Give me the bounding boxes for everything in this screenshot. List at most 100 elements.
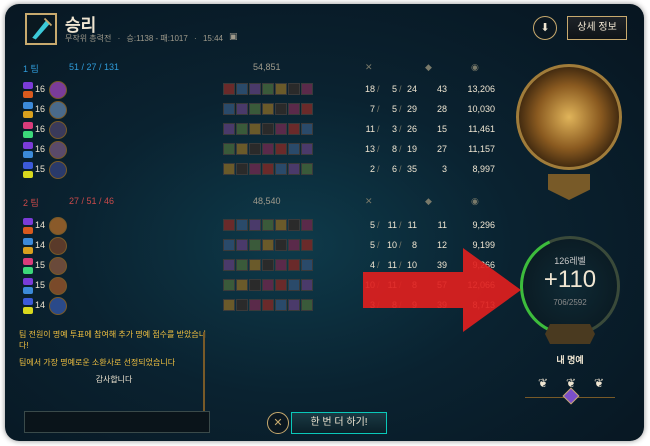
- item-slot[interactable]: [275, 83, 287, 95]
- deaths: 3: [391, 124, 397, 134]
- chat-input[interactable]: [24, 411, 210, 433]
- item-slot[interactable]: [249, 239, 261, 251]
- kills: 2: [369, 164, 375, 174]
- item-slot[interactable]: [275, 219, 287, 231]
- item-slot[interactable]: [236, 219, 248, 231]
- item-slot[interactable]: [249, 163, 261, 175]
- item-slot[interactable]: [301, 103, 313, 115]
- item-slot[interactable]: [301, 123, 313, 135]
- item-slot[interactable]: [301, 219, 313, 231]
- item-slot[interactable]: [236, 259, 248, 271]
- item-slot[interactable]: [236, 279, 248, 291]
- item-slot[interactable]: [262, 259, 274, 271]
- item-slot[interactable]: [236, 83, 248, 95]
- item-slot[interactable]: [223, 143, 235, 155]
- download-button[interactable]: ⬇: [533, 16, 557, 40]
- game-mode-icon: [25, 13, 57, 45]
- item-slot[interactable]: [262, 123, 274, 135]
- play-again-button[interactable]: 한 번 더 하기!: [291, 412, 387, 434]
- item-slot[interactable]: [223, 279, 235, 291]
- summoner-spell-icon: [23, 151, 33, 158]
- item-slot[interactable]: [301, 259, 313, 271]
- item-slot[interactable]: [275, 103, 287, 115]
- detail-info-button[interactable]: 상세 정보: [567, 16, 627, 40]
- item-slot[interactable]: [301, 83, 313, 95]
- item-slot[interactable]: [288, 279, 300, 291]
- item-slot[interactable]: [288, 123, 300, 135]
- item-slot[interactable]: [301, 143, 313, 155]
- item-slot[interactable]: [236, 239, 248, 251]
- summoner-spell-icon: [23, 162, 33, 169]
- minions-killed: 3: [441, 164, 447, 174]
- champion-portrait[interactable]: [49, 217, 67, 235]
- item-slot[interactable]: [223, 103, 235, 115]
- chat-scrollbar[interactable]: [203, 332, 205, 412]
- item-slot[interactable]: [223, 239, 235, 251]
- item-slot[interactable]: [288, 259, 300, 271]
- item-slot[interactable]: [262, 279, 274, 291]
- team-label: 2 팀: [23, 198, 39, 208]
- item-slot[interactable]: [223, 123, 235, 135]
- item-slot[interactable]: [275, 123, 287, 135]
- item-slot[interactable]: [275, 259, 287, 271]
- item-slot[interactable]: [262, 239, 274, 251]
- item-slot[interactable]: [223, 219, 235, 231]
- item-slot[interactable]: [249, 103, 261, 115]
- item-slot[interactable]: [275, 163, 287, 175]
- minions-killed: 43: [436, 84, 447, 94]
- item-slot[interactable]: [288, 239, 300, 251]
- item-slot[interactable]: [301, 299, 313, 311]
- champion-portrait[interactable]: [49, 141, 67, 159]
- item-slot[interactable]: [262, 103, 274, 115]
- champion-portrait[interactable]: [49, 297, 67, 315]
- item-slot[interactable]: [249, 219, 261, 231]
- champion-portrait[interactable]: [49, 81, 67, 99]
- item-slot[interactable]: [288, 103, 300, 115]
- item-slot[interactable]: [301, 163, 313, 175]
- item-slot[interactable]: [236, 163, 248, 175]
- item-slot[interactable]: [275, 143, 287, 155]
- item-slot[interactable]: [236, 143, 248, 155]
- item-slot[interactable]: [223, 299, 235, 311]
- item-slot[interactable]: [262, 219, 274, 231]
- replay-icon[interactable]: ▣: [229, 31, 238, 42]
- item-slot[interactable]: [249, 123, 261, 135]
- champion-portrait[interactable]: [49, 257, 67, 275]
- item-slot[interactable]: [223, 83, 235, 95]
- item-slot[interactable]: [236, 123, 248, 135]
- item-slot[interactable]: [249, 83, 261, 95]
- item-build: [223, 259, 327, 273]
- champion-portrait[interactable]: [49, 161, 67, 179]
- close-button[interactable]: ✕: [267, 412, 289, 434]
- item-slot[interactable]: [249, 259, 261, 271]
- item-slot[interactable]: [236, 299, 248, 311]
- item-slot[interactable]: [236, 103, 248, 115]
- item-slot[interactable]: [249, 299, 261, 311]
- item-slot[interactable]: [275, 299, 287, 311]
- item-slot[interactable]: [275, 239, 287, 251]
- deaths: 5: [391, 104, 397, 114]
- item-slot[interactable]: [288, 299, 300, 311]
- item-slot[interactable]: [262, 299, 274, 311]
- item-slot[interactable]: [249, 143, 261, 155]
- champion-portrait[interactable]: [49, 101, 67, 119]
- item-slot[interactable]: [249, 279, 261, 291]
- item-slot[interactable]: [288, 163, 300, 175]
- item-slot[interactable]: [301, 279, 313, 291]
- item-slot[interactable]: [223, 259, 235, 271]
- item-slot[interactable]: [262, 143, 274, 155]
- item-slot[interactable]: [288, 83, 300, 95]
- item-slot[interactable]: [275, 279, 287, 291]
- item-slot[interactable]: [288, 143, 300, 155]
- game-info: 무작위 총력전 · 승:1138 - 패:1017 · 15:44: [65, 33, 227, 44]
- champion-portrait[interactable]: [49, 121, 67, 139]
- champion-portrait[interactable]: [49, 277, 67, 295]
- item-slot[interactable]: [262, 163, 274, 175]
- item-slot[interactable]: [223, 163, 235, 175]
- item-slot[interactable]: [288, 219, 300, 231]
- summoner-spells: [23, 238, 35, 254]
- item-slot[interactable]: [262, 83, 274, 95]
- item-slot[interactable]: [301, 239, 313, 251]
- champion-portrait[interactable]: [49, 237, 67, 255]
- item-build: [223, 163, 327, 177]
